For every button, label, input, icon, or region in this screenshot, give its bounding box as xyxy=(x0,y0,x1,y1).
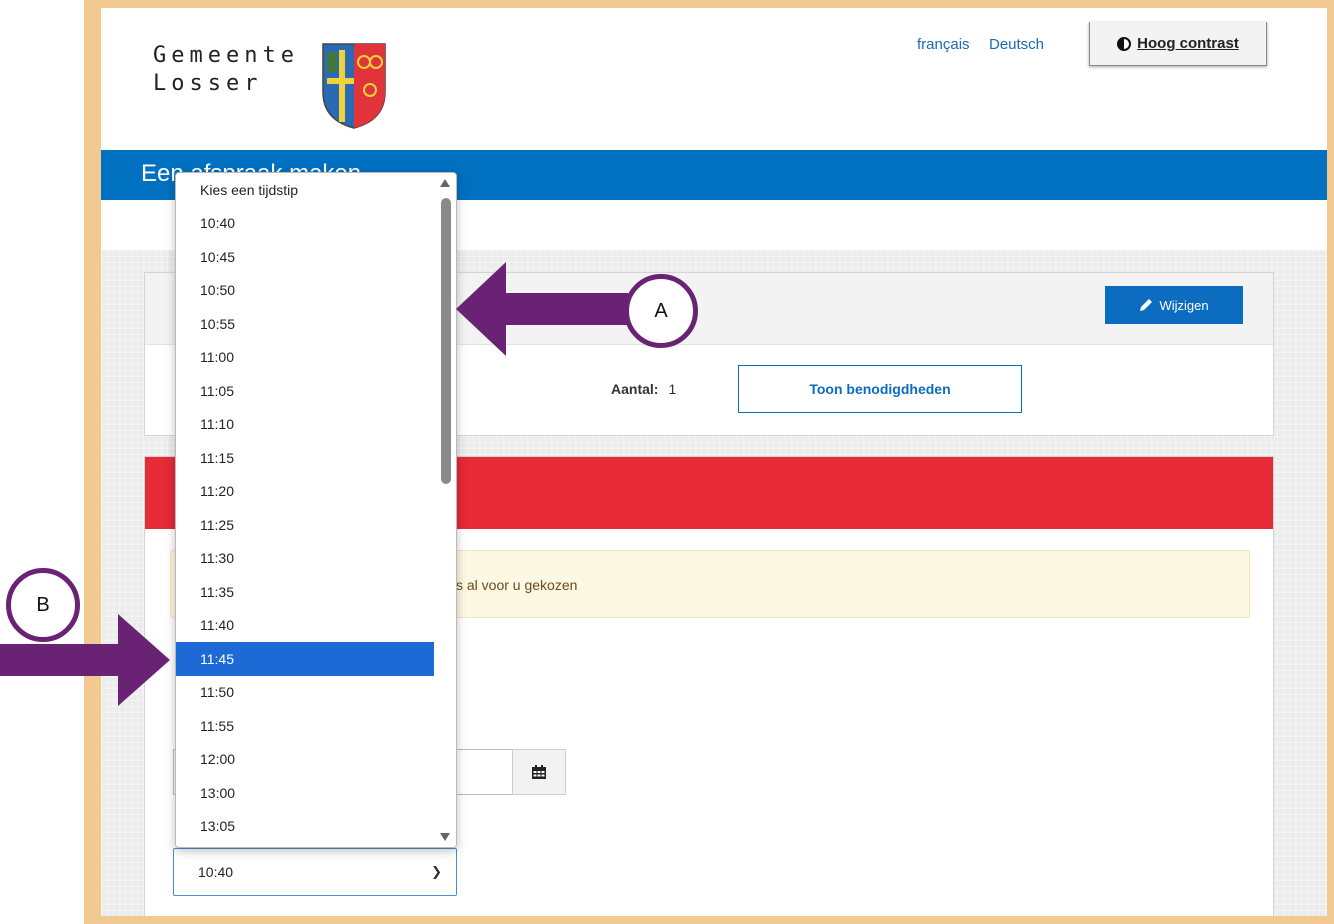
time-option[interactable]: 12:00 xyxy=(176,743,434,777)
time-option[interactable]: 11:50 xyxy=(176,676,434,710)
quantity-label: Aantal: xyxy=(611,381,659,397)
pencil-icon xyxy=(1140,299,1153,311)
language-link-german[interactable]: Deutsch xyxy=(989,36,1044,53)
time-option[interactable]: 10:45 xyxy=(176,240,434,274)
time-option[interactable]: 11:40 xyxy=(176,609,434,643)
logo-line-2: Losser xyxy=(153,71,263,96)
time-option[interactable]: 11:35 xyxy=(176,575,434,609)
time-option[interactable]: 10:50 xyxy=(176,274,434,308)
high-contrast-button[interactable]: Hoog contrast xyxy=(1089,22,1267,66)
language-link-french[interactable]: français xyxy=(917,36,970,53)
notice-text: s al voor u gekozen xyxy=(456,577,578,593)
time-option[interactable]: 11:20 xyxy=(176,475,434,509)
time-option[interactable]: Kies een tijdstip xyxy=(176,173,434,207)
time-option[interactable]: 10:40 xyxy=(176,207,434,241)
page-viewport: Gemeente Losser français Deutsch Hoog co… xyxy=(101,8,1327,916)
time-option[interactable]: 10:55 xyxy=(176,307,434,341)
contrast-icon xyxy=(1117,36,1132,51)
show-requirements-button[interactable]: Toon benodigdheden xyxy=(738,365,1022,413)
callout-a: A xyxy=(624,274,698,348)
time-option[interactable]: 11:15 xyxy=(176,441,434,475)
chevron-down-icon: ❯ xyxy=(431,864,442,879)
time-select[interactable]: 10:40 ❯ xyxy=(173,848,457,896)
edit-button-label: Wijzigen xyxy=(1159,297,1209,313)
time-option-highlighted[interactable]: 11:45 xyxy=(176,642,434,676)
calendar-button[interactable] xyxy=(512,749,566,795)
quantity-value: 1 xyxy=(668,381,677,397)
municipality-logo-text: Gemeente Losser xyxy=(153,42,299,98)
time-option[interactable]: 11:55 xyxy=(176,709,434,743)
time-option[interactable]: 11:25 xyxy=(176,508,434,542)
coat-of-arms-icon xyxy=(322,43,386,129)
scroll-down-arrow-icon[interactable] xyxy=(440,833,450,841)
time-option[interactable]: 11:05 xyxy=(176,374,434,408)
time-option[interactable]: 13:05 xyxy=(176,810,434,844)
time-dropdown-list[interactable]: Kies een tijdstip 10:40 10:45 10:50 10:5… xyxy=(175,172,457,848)
quantity: Aantal: 1 xyxy=(611,381,676,397)
calendar-icon xyxy=(532,765,546,779)
arrow-a-icon xyxy=(456,262,628,356)
high-contrast-label: Hoog contrast xyxy=(1137,35,1239,52)
time-option[interactable]: 11:30 xyxy=(176,542,434,576)
time-option[interactable]: 11:10 xyxy=(176,408,434,442)
time-option[interactable]: 11:00 xyxy=(176,341,434,375)
dropdown-scrollbar[interactable] xyxy=(434,173,456,847)
callout-b: B xyxy=(6,568,80,642)
edit-button[interactable]: Wijzigen xyxy=(1105,286,1243,324)
logo-line-1: Gemeente xyxy=(153,43,299,68)
scroll-up-arrow-icon[interactable] xyxy=(440,179,450,187)
time-option[interactable]: 13:00 xyxy=(176,776,434,810)
time-select-value: 10:40 xyxy=(198,864,234,880)
scrollbar-thumb[interactable] xyxy=(441,198,451,484)
